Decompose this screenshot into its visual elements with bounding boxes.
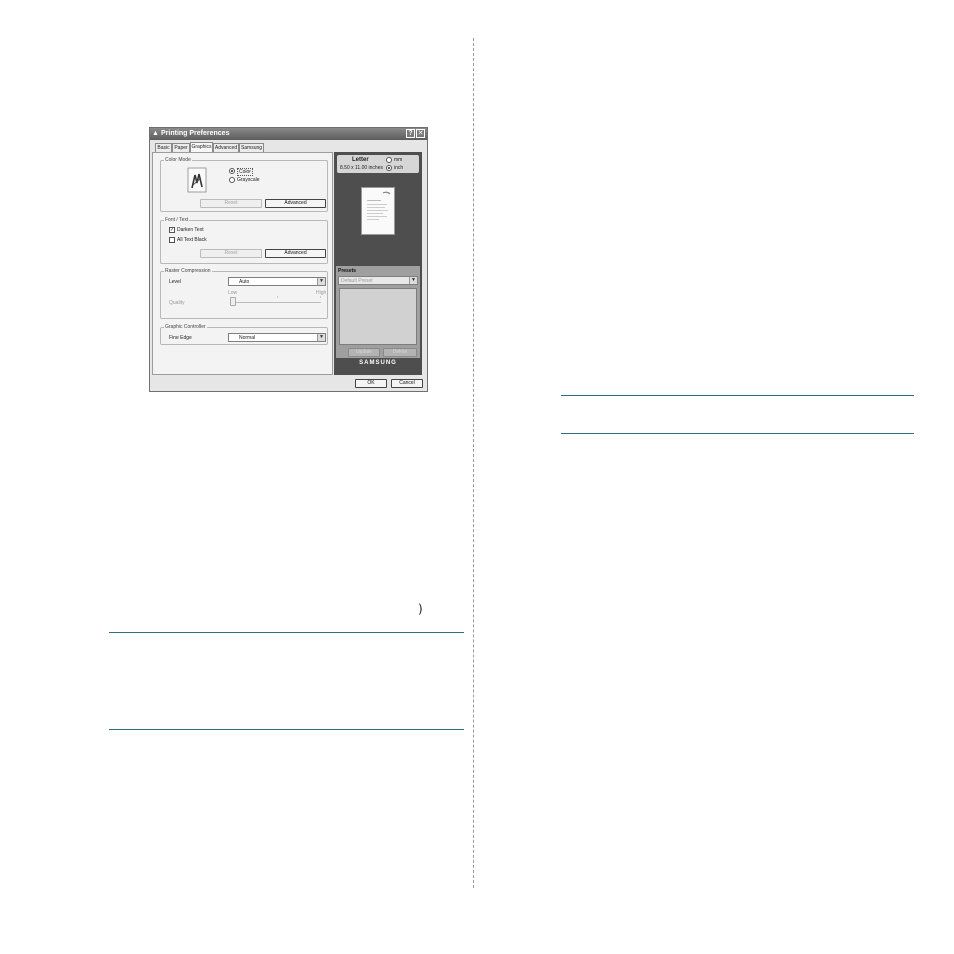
title-bar: ▲ Printing Preferences ? ✕ <box>150 128 427 140</box>
chevron-down-icon: ▼ <box>317 278 325 285</box>
note-rule-bottom-right <box>561 433 914 434</box>
chevron-down-icon: ▼ <box>317 334 325 341</box>
raster-compression-label: Raster Compression <box>164 268 212 274</box>
unit-mm-label: mm <box>394 157 403 163</box>
quality-slider-track[interactable] <box>231 302 321 303</box>
slider-tick <box>320 296 321 298</box>
darken-text-checkbox[interactable]: ✓ <box>169 227 175 233</box>
level-value: Auto <box>239 279 250 285</box>
preview-pane: Letter 8.50 x 11.00 inches mm inch Prese… <box>334 152 422 375</box>
high-label: High <box>316 290 327 296</box>
closing-parenthesis: ) <box>418 602 423 616</box>
graphic-controller-label: Graphic Controller <box>164 324 207 330</box>
color-mode-advanced-button[interactable]: Advanced <box>265 199 326 208</box>
note-rule-top <box>109 632 464 633</box>
color-option-label: Color <box>237 168 253 176</box>
printer-icon: ▲ <box>152 130 159 137</box>
page-preview <box>361 187 395 235</box>
graphics-tab-panel: Color Mode Color Grayscale Reset Advance… <box>152 152 333 375</box>
level-select[interactable]: Auto ▼ <box>228 277 326 286</box>
color-mode-reset-button[interactable]: Reset <box>200 199 262 208</box>
font-text-label: Font / Text <box>164 217 190 223</box>
chevron-down-icon: ▼ <box>409 277 417 284</box>
tab-samsung[interactable]: Samsung <box>239 143 264 152</box>
level-label: Level <box>169 279 181 285</box>
fine-edge-label: Fine Edge <box>169 335 192 341</box>
all-text-black-checkbox[interactable] <box>169 237 175 243</box>
fine-edge-select[interactable]: Normal ▼ <box>228 333 326 342</box>
tab-graphics[interactable]: Graphics <box>190 142 213 152</box>
color-radio[interactable] <box>229 168 235 174</box>
unit-mm-radio[interactable] <box>386 157 392 163</box>
presets-list[interactable] <box>339 288 417 345</box>
cancel-button[interactable]: Cancel <box>391 379 423 388</box>
font-text-reset-button[interactable]: Reset <box>200 249 262 258</box>
color-mode-label: Color Mode <box>164 157 192 163</box>
low-label: Low <box>228 290 238 296</box>
quality-label: Quality <box>169 300 185 306</box>
presets-selected-value: Default Preset <box>341 278 373 284</box>
tab-paper[interactable]: Paper <box>172 143 190 152</box>
presets-panel: Presets Default Preset ▼ Update Delete <box>336 266 420 358</box>
column-divider <box>473 38 474 888</box>
note-rule-top-right <box>561 395 914 396</box>
font-text-advanced-button[interactable]: Advanced <box>265 249 326 258</box>
paper-size: 8.50 x 11.00 inches <box>340 165 383 171</box>
grayscale-radio[interactable] <box>229 177 235 183</box>
preset-update-button[interactable]: Update <box>348 348 380 357</box>
tab-basic[interactable]: Basic <box>155 143 172 152</box>
note-rule-bottom <box>109 729 464 730</box>
slider-tick <box>277 296 278 298</box>
paper-info-box: Letter 8.50 x 11.00 inches mm inch <box>337 155 419 173</box>
help-button[interactable]: ? <box>406 129 415 138</box>
presets-select[interactable]: Default Preset ▼ <box>338 276 418 285</box>
close-button[interactable]: ✕ <box>416 129 425 138</box>
grayscale-option-label: Grayscale <box>237 177 260 183</box>
samsung-logo: SAMSUNG <box>359 360 397 366</box>
unit-inch-label: inch <box>394 165 404 171</box>
presets-label: Presets <box>338 268 357 274</box>
color-mode-illustration <box>186 167 208 194</box>
dialog-title: Printing Preferences <box>161 130 230 137</box>
fine-edge-value: Normal <box>239 335 256 341</box>
quality-slider-thumb[interactable] <box>230 297 236 306</box>
all-text-black-label: All Text Black <box>177 237 207 243</box>
ok-button[interactable]: OK <box>355 379 387 388</box>
preset-delete-button[interactable]: Delete <box>383 348 417 357</box>
tab-advanced[interactable]: Advanced <box>213 143 239 152</box>
paper-name: Letter <box>352 157 369 163</box>
printing-preferences-dialog: ▲ Printing Preferences ? ✕ Basic Paper G… <box>149 127 428 392</box>
unit-inch-radio[interactable] <box>386 165 392 171</box>
darken-text-label: Darken Text <box>177 227 204 233</box>
